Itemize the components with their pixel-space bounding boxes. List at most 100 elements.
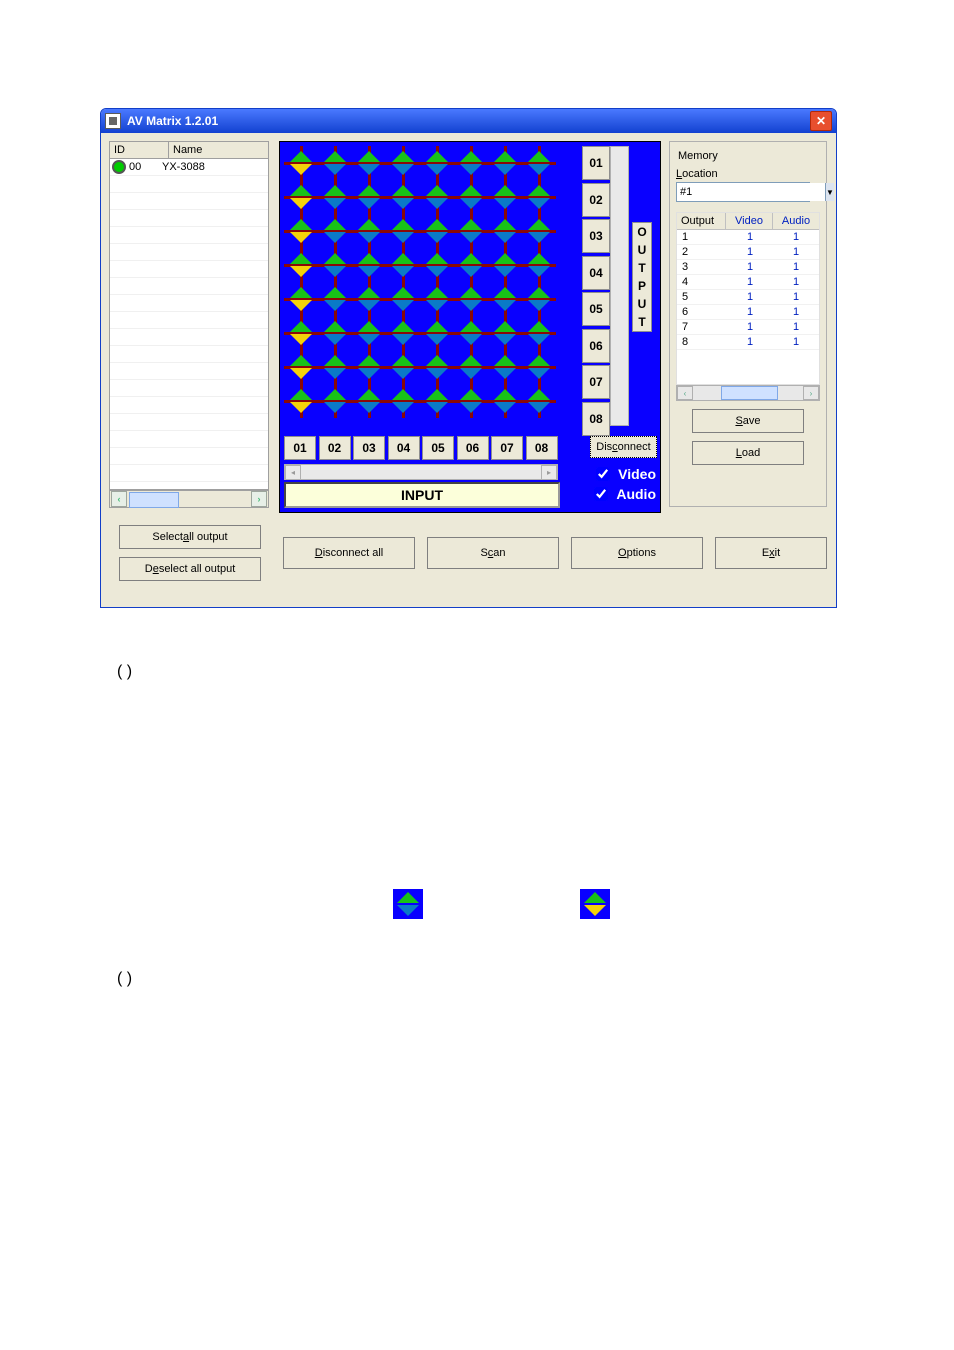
memory-row[interactable]: 511 [677,290,819,305]
deselect-all-output-button[interactable]: Deselect all output [119,557,261,581]
matrix-node[interactable] [318,316,352,350]
matrix-node[interactable] [454,282,488,316]
matrix-node[interactable] [522,282,556,316]
memory-row[interactable]: 111 [677,230,819,245]
close-button[interactable]: ✕ [810,111,832,131]
matrix-node[interactable] [386,316,420,350]
matrix-node[interactable] [386,146,420,180]
scan-button[interactable]: Scan [427,537,559,569]
matrix-node[interactable] [420,146,454,180]
matrix-node[interactable] [420,214,454,248]
matrix-node[interactable] [420,248,454,282]
memory-row[interactable]: 311 [677,260,819,275]
input-label[interactable]: 05 [422,436,454,460]
matrix-node[interactable] [352,248,386,282]
matrix-node[interactable] [318,384,352,418]
input-label[interactable]: 03 [353,436,385,460]
location-combo[interactable]: ▼ [676,182,810,202]
device-list-hscroll[interactable]: ‹ › [109,490,269,508]
load-button[interactable]: Load [692,441,804,465]
matrix-node[interactable] [454,248,488,282]
exit-button[interactable]: Exit [715,537,827,569]
output-label[interactable]: 06 [582,329,610,363]
matrix-node[interactable] [488,384,522,418]
matrix-node[interactable] [522,180,556,214]
col-name[interactable]: Name [169,142,268,158]
col-audio[interactable]: Audio [773,213,819,229]
matrix-node[interactable] [352,282,386,316]
memory-row[interactable]: 211 [677,245,819,260]
matrix-node[interactable] [454,384,488,418]
scroll-left-icon[interactable]: ‹ [111,491,127,507]
scrollbar-thumb[interactable] [721,386,778,400]
matrix-node[interactable] [386,214,420,248]
scroll-left-icon[interactable]: ◂ [285,465,301,480]
memory-row[interactable]: 711 [677,320,819,335]
matrix-node[interactable] [420,282,454,316]
matrix-node[interactable] [454,180,488,214]
matrix-node[interactable] [454,214,488,248]
col-output[interactable]: Output [677,213,726,229]
audio-checkbox[interactable]: Audio [590,484,656,504]
matrix-node[interactable] [352,316,386,350]
matrix-node[interactable] [284,214,318,248]
matrix-node[interactable] [352,146,386,180]
matrix-node[interactable] [352,214,386,248]
output-label[interactable]: 01 [582,146,610,180]
matrix-node[interactable] [522,214,556,248]
matrix-node[interactable] [522,384,556,418]
scroll-right-icon[interactable]: ▸ [541,465,557,480]
matrix-node[interactable] [420,316,454,350]
save-button[interactable]: Save [692,409,804,433]
matrix-node[interactable] [488,316,522,350]
matrix-node[interactable] [318,146,352,180]
matrix-node[interactable] [284,316,318,350]
matrix-node[interactable] [386,248,420,282]
memory-table[interactable]: Output Video Audio 111211311411511611711… [676,212,820,385]
matrix-node[interactable] [318,248,352,282]
matrix-node[interactable] [420,350,454,384]
matrix-node[interactable] [454,146,488,180]
matrix-node[interactable] [284,350,318,384]
input-label[interactable]: 04 [388,436,420,460]
output-label[interactable]: 03 [582,219,610,253]
output-label[interactable]: 08 [582,402,610,436]
memory-row[interactable]: 611 [677,305,819,320]
matrix-node[interactable] [318,180,352,214]
matrix-node[interactable] [284,384,318,418]
matrix-node[interactable] [386,384,420,418]
matrix-node[interactable] [386,350,420,384]
matrix-grid[interactable] [284,146,556,424]
device-list-body[interactable]: 00 YX-3088 [109,159,269,490]
matrix-node[interactable] [522,350,556,384]
matrix-node[interactable] [284,180,318,214]
input-label[interactable]: 08 [526,436,558,460]
disconnect-button[interactable]: Disconnect [590,436,657,458]
matrix-node[interactable] [284,146,318,180]
select-all-output-button[interactable]: Select all output [119,525,261,549]
input-label[interactable]: 06 [457,436,489,460]
matrix-node[interactable] [386,282,420,316]
scroll-left-icon[interactable]: ‹ [677,386,693,400]
video-checkbox[interactable]: Video [592,464,656,484]
matrix-node[interactable] [488,350,522,384]
memory-row[interactable]: 811 [677,335,819,350]
dropdown-icon[interactable]: ▼ [825,183,834,201]
location-input[interactable] [677,183,825,201]
input-label[interactable]: 07 [491,436,523,460]
matrix-node[interactable] [284,282,318,316]
matrix-node[interactable] [488,282,522,316]
scroll-right-icon[interactable]: › [803,386,819,400]
matrix-node[interactable] [522,248,556,282]
matrix-node[interactable] [318,350,352,384]
input-hscroll[interactable]: ◂ ▸ [284,464,558,480]
matrix-node[interactable] [352,350,386,384]
matrix-node[interactable] [284,248,318,282]
matrix-node[interactable] [318,214,352,248]
list-row[interactable]: 00 YX-3088 [110,159,268,176]
matrix-node[interactable] [386,180,420,214]
matrix-node[interactable] [352,384,386,418]
matrix-node[interactable] [488,180,522,214]
matrix-node[interactable] [454,350,488,384]
matrix-node[interactable] [522,146,556,180]
